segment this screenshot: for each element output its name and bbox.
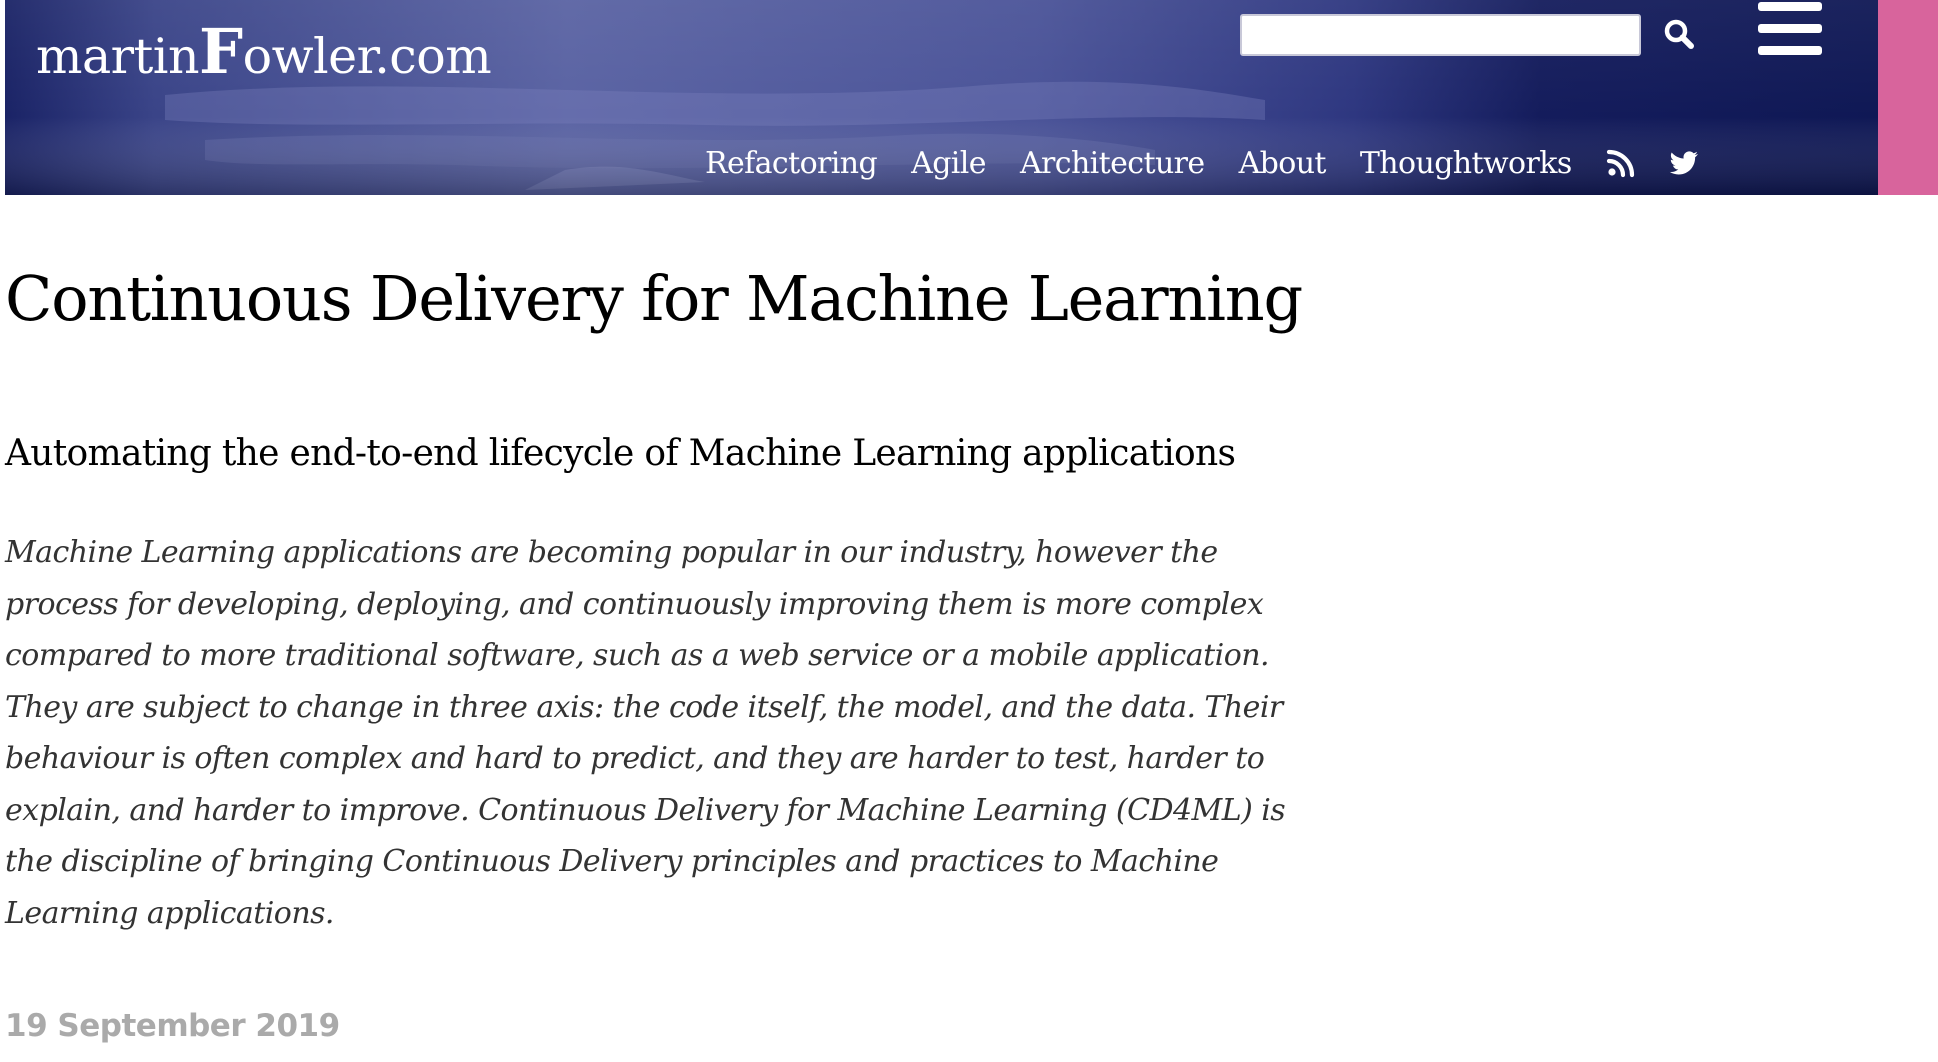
logo-prefix: martin	[36, 28, 200, 85]
article-abstract: Machine Learning applications are becomi…	[5, 535, 1286, 931]
logo-initial: F	[199, 15, 243, 88]
nav-link-thoughtworks[interactable]: Thoughtworks	[1360, 146, 1572, 181]
search-icon	[1664, 19, 1694, 49]
page-subtitle: Automating the end-to-end lifecycle of M…	[5, 433, 1236, 474]
nav-link-architecture[interactable]: Architecture	[1020, 146, 1205, 181]
accent-bar	[1878, 0, 1938, 195]
search-input[interactable]	[1240, 14, 1641, 56]
nav-link-about[interactable]: About	[1239, 146, 1327, 181]
logo-suffix: owler.com	[242, 28, 492, 85]
twitter-icon	[1669, 151, 1698, 175]
menu-button[interactable]	[1758, 0, 1822, 58]
publication-date: 19 September 2019	[5, 1008, 340, 1044]
hamburger-menu-icon	[1758, 2, 1822, 11]
page-title: Continuous Delivery for Machine Learning	[5, 262, 1303, 335]
main-nav: Refactoring Agile Architecture About Tho…	[705, 139, 1730, 187]
rss-link[interactable]	[1606, 148, 1636, 178]
twitter-link[interactable]	[1668, 148, 1698, 178]
site-logo[interactable]: martinFowler.com	[36, 15, 492, 88]
nav-link-agile[interactable]: Agile	[911, 146, 986, 181]
rss-icon	[1606, 149, 1634, 178]
site-header: martinFowler.com Refactoring Agile Archi…	[5, 0, 1878, 195]
nav-link-refactoring[interactable]: Refactoring	[705, 146, 878, 181]
search-button[interactable]	[1661, 16, 1697, 52]
